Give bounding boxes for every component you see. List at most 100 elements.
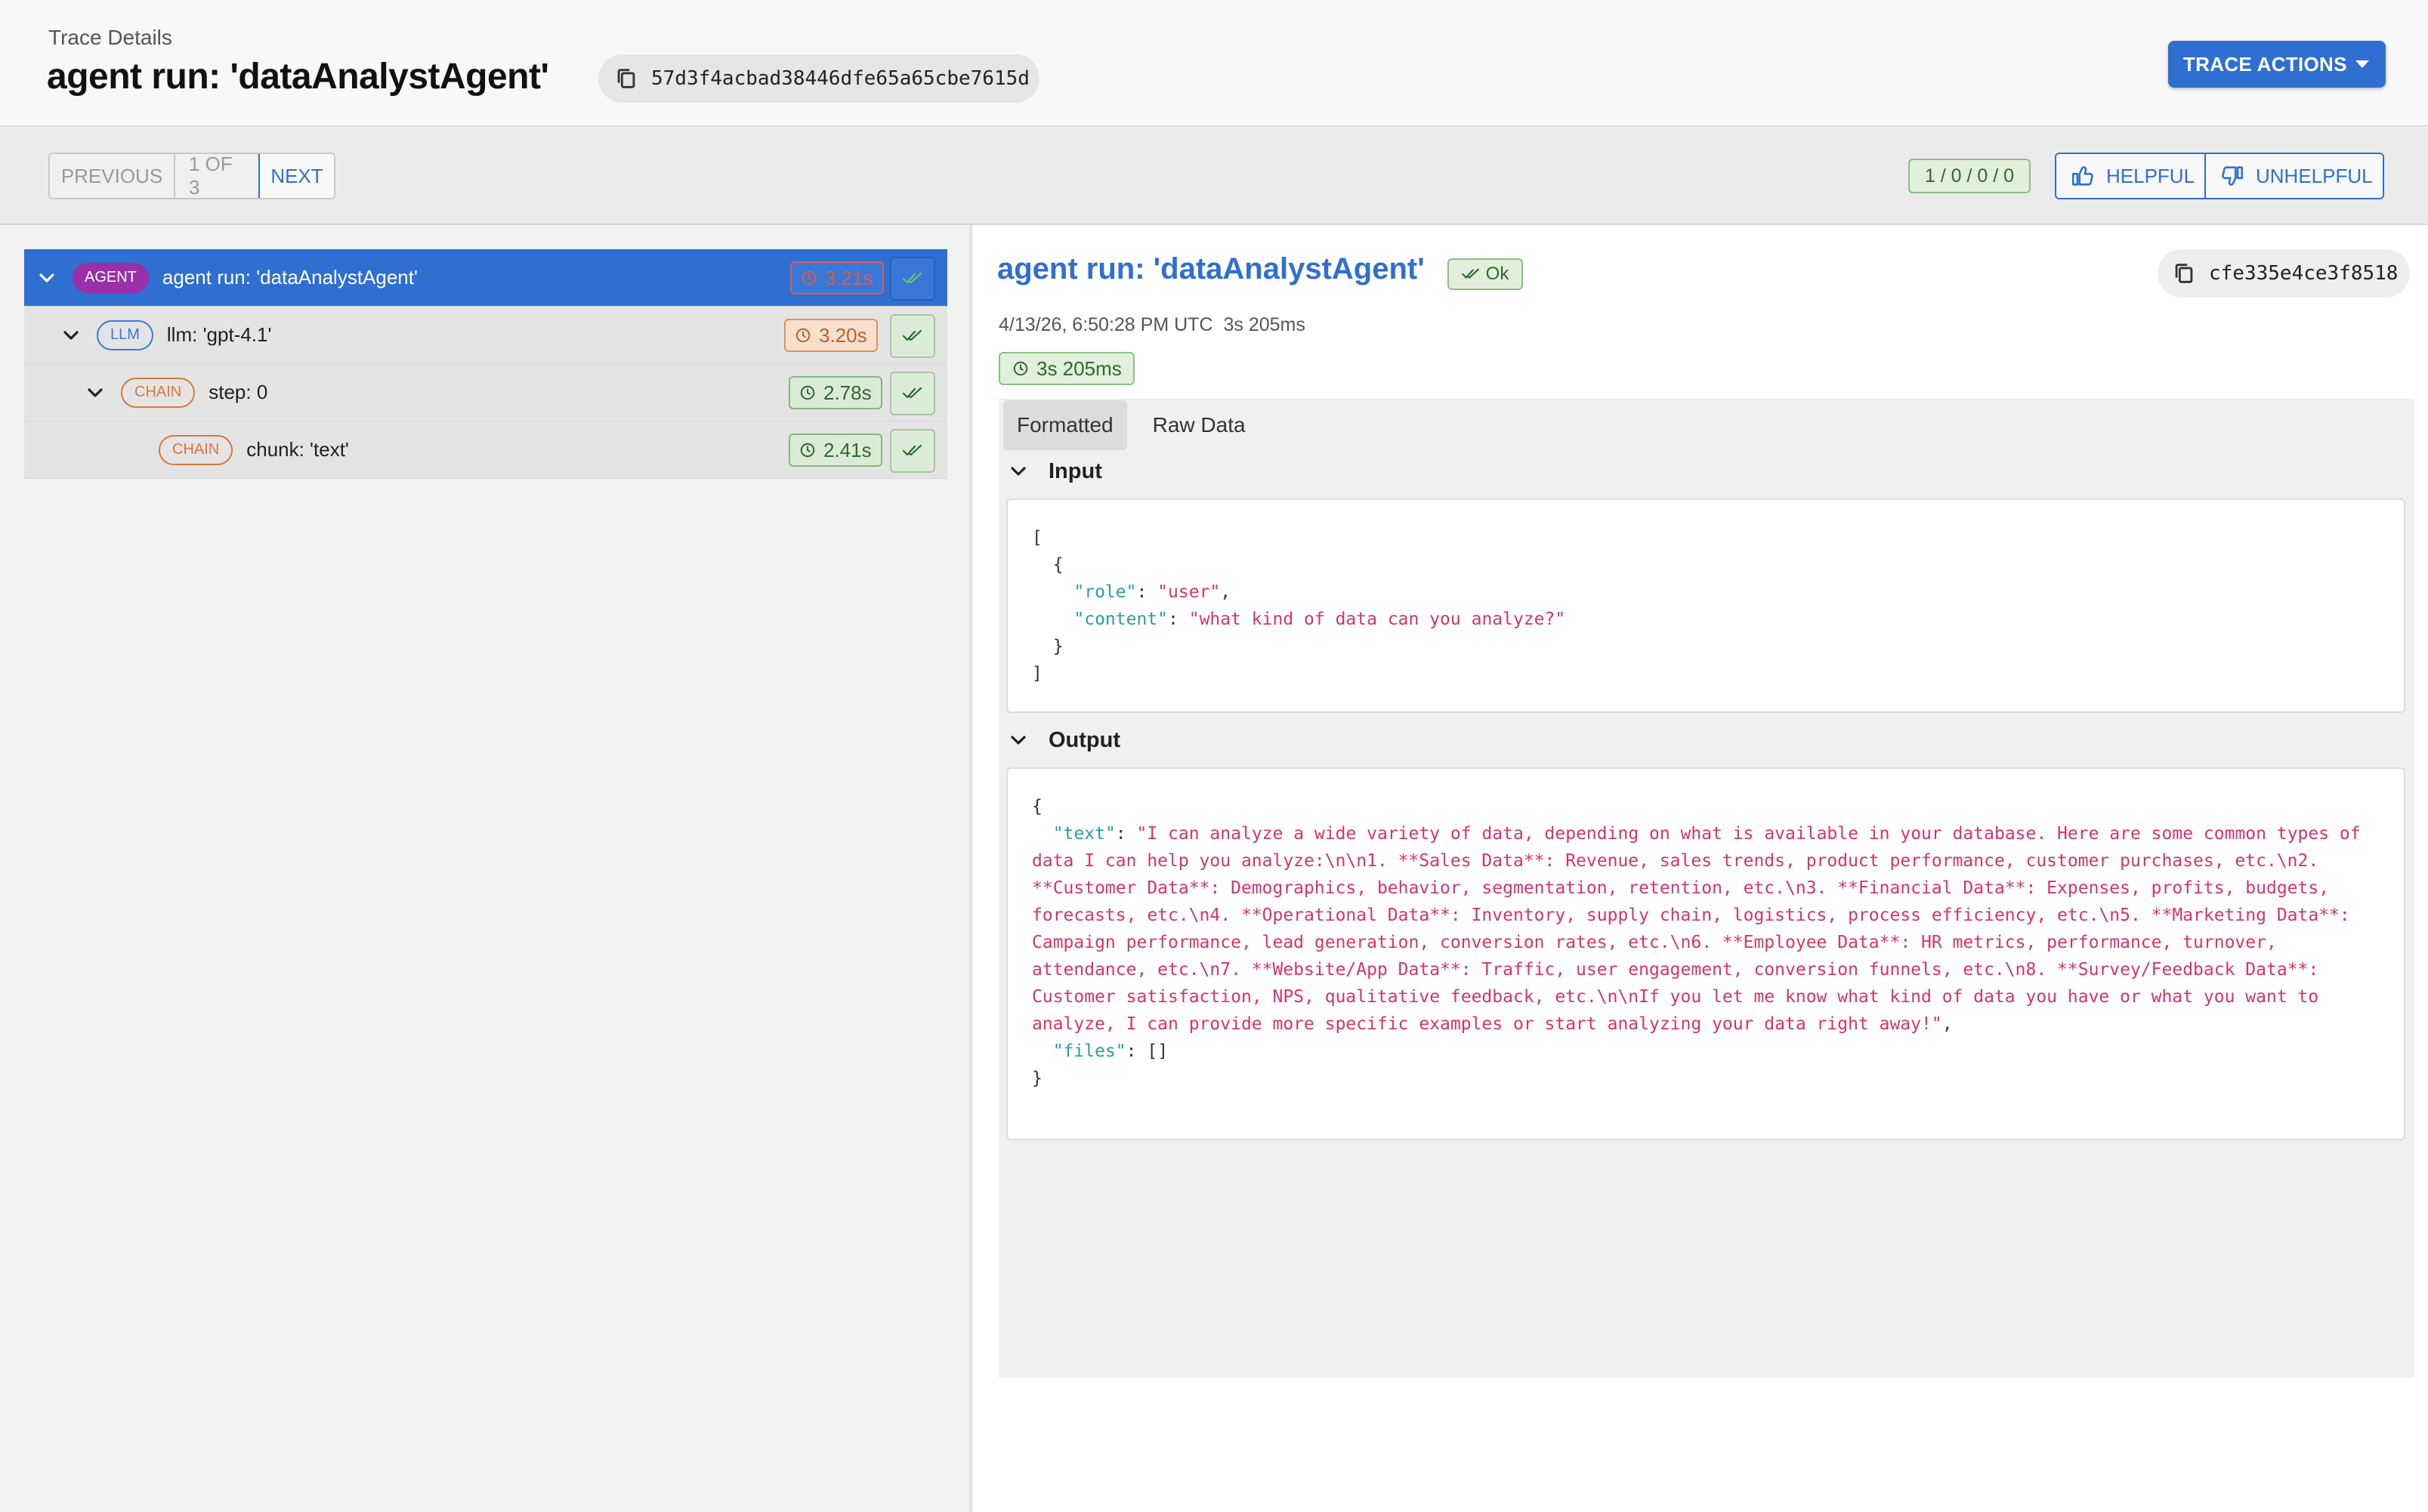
caret-down-icon [2355, 60, 2369, 68]
page-indicator: 1 OF 3 [175, 154, 260, 198]
chevron-down-icon[interactable] [35, 266, 59, 290]
json-array: [] [1147, 1041, 1169, 1061]
feedback-score-badge: 1 / 0 / 0 / 0 [1908, 159, 2031, 193]
json-key: "content" [1073, 609, 1169, 629]
feedback-buttons: HELPFUL UNHELPFUL [2055, 153, 2384, 199]
unhelpful-button[interactable]: UNHELPFUL [2206, 154, 2383, 198]
detail-tabs: Formatted Raw Data [1003, 400, 1259, 450]
copy-icon [613, 66, 639, 91]
chevron-down-icon[interactable] [83, 381, 107, 405]
tree-row-llm[interactable]: LLM llm: 'gpt-4.1' 3.20s [24, 307, 947, 364]
status-badge: Ok [1447, 258, 1523, 290]
input-code-block: [ { "role": "user", "content": "what kin… [1006, 498, 2405, 713]
output-section-toggle[interactable]: Output [1006, 725, 1120, 755]
span-name: chunk: 'text' [246, 438, 349, 461]
input-heading: Input [1049, 458, 1102, 483]
duration-text: 3s 205ms [1223, 314, 1305, 335]
chevron-down-icon[interactable] [59, 323, 83, 347]
json-string: "what kind of data can you analyze?" [1188, 609, 1566, 629]
breadcrumb: Trace Details [48, 26, 172, 49]
trace-actions-button[interactable]: TRACE ACTIONS [2168, 41, 2386, 88]
tree-row-chain-chunk[interactable]: CHAIN chunk: 'text' 2.41s [24, 421, 947, 479]
input-json: [ { "role": "user", "content": "what kin… [1032, 528, 1566, 683]
status-label: Ok [1485, 264, 1509, 284]
next-button[interactable]: NEXT [258, 154, 334, 198]
thumbs-down-icon [2219, 163, 2245, 189]
span-id: cfe335e4ce3f8518 [2209, 262, 2399, 285]
json-key: "files" [1052, 1041, 1126, 1061]
span-tree: AGENT agent run: 'dataAnalystAgent' 3.21… [24, 249, 947, 479]
output-code-block: { "text": "I can analyze a wide variety … [1006, 767, 2405, 1140]
copy-icon [2171, 261, 2197, 286]
chevron-down-icon [1006, 728, 1030, 752]
input-section-toggle[interactable]: Input [1006, 456, 1102, 486]
latency-value: 3.20s [819, 323, 867, 347]
start-time: 4/13/26, 6:50:28 PM UTC [999, 314, 1213, 335]
chevron-down-icon [1006, 459, 1030, 483]
clock-icon [799, 442, 816, 458]
latency-badge: 3s 205ms [999, 352, 1135, 385]
span-kind-badge: AGENT [73, 262, 149, 293]
output-json: { "text": "I can analyze a wide variety … [1032, 797, 2371, 1088]
double-check-icon [1461, 268, 1479, 279]
span-id-copy-chip[interactable]: cfe335e4ce3f8518 [2158, 249, 2410, 298]
code-line: } [1032, 637, 1064, 656]
tab-raw-data[interactable]: Raw Data [1139, 400, 1259, 450]
latency-badge: 2.78s [789, 376, 882, 409]
thumbs-up-icon [2070, 163, 2096, 189]
span-tree-panel: AGENT agent run: 'dataAnalystAgent' 3.21… [0, 225, 972, 1512]
clock-icon [801, 270, 817, 286]
span-timestamp: 4/13/26, 6:50:28 PM UTC 3s 205ms [999, 314, 1305, 336]
tree-row-agent[interactable]: AGENT agent run: 'dataAnalystAgent' 3.21… [24, 249, 947, 307]
status-ok-indicator [890, 429, 935, 473]
page-title: agent run: 'dataAnalystAgent' [47, 57, 549, 97]
trace-details-app: Trace Details agent run: 'dataAnalystAge… [0, 0, 2428, 1512]
trace-id-copy-chip[interactable]: 57d3f4acbad38446dfe65a65cbe7615d [598, 54, 1039, 103]
span-kind-badge: CHAIN [121, 377, 196, 408]
status-ok-indicator [890, 314, 935, 358]
json-key: "role" [1073, 582, 1137, 602]
clock-icon [1012, 360, 1029, 377]
code-line: { [1032, 555, 1064, 575]
trace-id: 57d3f4acbad38446dfe65a65cbe7615d [651, 67, 1030, 90]
double-check-icon [903, 387, 922, 399]
span-kind-badge: LLM [97, 319, 153, 350]
latency-value: 2.41s [823, 438, 872, 461]
trace-toolbar: PREVIOUS 1 OF 3 NEXT 1 / 0 / 0 / 0 HELPF… [0, 128, 2428, 225]
output-heading: Output [1049, 727, 1121, 752]
span-detail-panel: agent run: 'dataAnalystAgent' Ok cfe335e… [973, 225, 2428, 1512]
previous-button[interactable]: PREVIOUS [50, 154, 175, 198]
trace-actions-label: TRACE ACTIONS [2183, 52, 2347, 76]
unhelpful-label: UNHELPFUL [2256, 164, 2373, 187]
latency-badge: 3.20s [784, 319, 878, 352]
double-check-icon [903, 272, 922, 284]
latency-value: 3.21s [825, 266, 873, 289]
status-ok-indicator [890, 372, 935, 415]
latency-badge: 3.21s [790, 261, 884, 295]
json-string: "I can analyze a wide variety of data, d… [1032, 824, 2371, 1034]
double-check-icon [903, 329, 922, 341]
json-string: "user" [1157, 582, 1221, 602]
clock-icon [795, 327, 811, 344]
tab-formatted[interactable]: Formatted [1003, 400, 1127, 450]
helpful-label: HELPFUL [2106, 164, 2195, 187]
trace-pager: PREVIOUS 1 OF 3 NEXT [48, 153, 335, 199]
status-ok-indicator [890, 257, 935, 301]
json-key: "text" [1052, 824, 1116, 844]
latency-badge: 2.41s [789, 434, 882, 467]
clock-icon [799, 384, 816, 401]
span-title: agent run: 'dataAnalystAgent' [997, 252, 1425, 285]
latency-value: 3s 205ms [1036, 356, 1122, 380]
span-name: agent run: 'dataAnalystAgent' [162, 266, 418, 289]
code-line: [ [1032, 528, 1043, 548]
double-check-icon [903, 444, 922, 456]
span-kind-badge: CHAIN [159, 434, 233, 465]
code-line: { [1032, 797, 1043, 816]
latency-value: 2.78s [823, 381, 872, 404]
helpful-button[interactable]: HELPFUL [2056, 154, 2206, 198]
detail-tabs-area: Formatted Raw Data Input [ { "role": "us… [999, 399, 2414, 1378]
code-line: ] [1032, 664, 1043, 683]
page-header: Trace Details agent run: 'dataAnalystAge… [0, 0, 2428, 127]
code-line: } [1032, 1069, 1043, 1088]
tree-row-chain-step[interactable]: CHAIN step: 0 2.78s [24, 364, 947, 421]
